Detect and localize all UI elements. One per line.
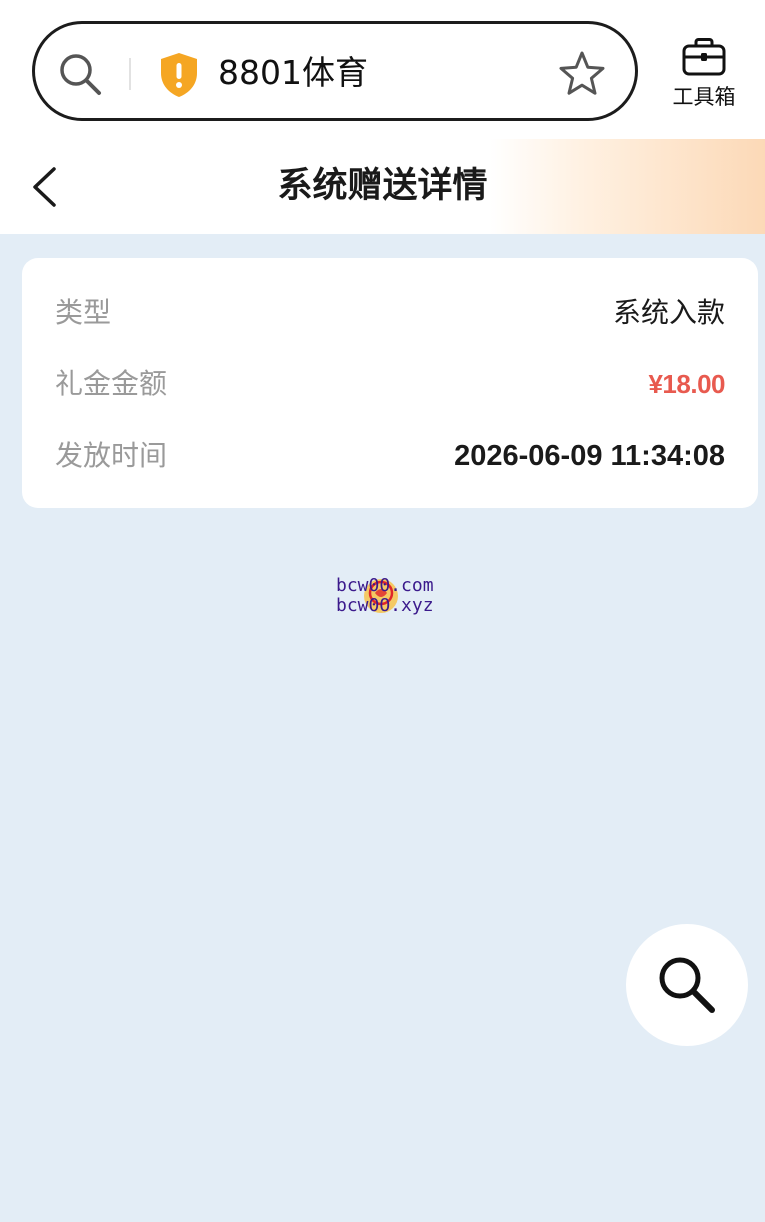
- search-icon[interactable]: [57, 51, 103, 97]
- toolbox-icon: [682, 38, 726, 76]
- page-title: 系统赠送详情: [277, 166, 488, 206]
- type-value: 系统入款: [612, 296, 725, 329]
- watermark-line-2: bcw0O.xyz: [336, 595, 434, 616]
- toolbox-button[interactable]: 工具箱: [660, 36, 748, 112]
- amount-value: ¥18.00: [648, 369, 725, 399]
- watermark: bcw00.com bcw0O.xyz: [336, 576, 456, 620]
- time-value: 2026-06-09 11:34:08: [454, 440, 725, 472]
- floating-search-button[interactable]: [626, 924, 748, 1046]
- detail-row-type: 类型 系统入款: [55, 288, 725, 338]
- watermark-line-1: bcw00.com: [336, 575, 434, 596]
- detail-card: 类型 系统入款 礼金金额 ¥18.00 发放时间 2026-06-09 11:3…: [22, 258, 758, 508]
- detail-row-time: 发放时间 2026-06-09 11:34:08: [55, 431, 725, 481]
- star-icon[interactable]: [557, 49, 607, 99]
- toolbox-label: 工具箱: [672, 85, 736, 109]
- detail-row-amount: 礼金金额 ¥18.00: [55, 359, 725, 409]
- address-bar-divider: [129, 58, 131, 90]
- page-header: 系统赠送详情: [0, 139, 765, 234]
- address-bar[interactable]: 8801体育: [32, 21, 638, 121]
- search-icon: [659, 957, 715, 1013]
- shield-warning-icon[interactable]: [157, 51, 201, 99]
- type-label: 类型: [55, 296, 112, 329]
- browser-toolbar: 8801体育 工具箱: [0, 0, 765, 140]
- amount-label: 礼金金额: [55, 367, 168, 400]
- address-bar-text[interactable]: 8801体育: [218, 53, 368, 93]
- chevron-left-icon[interactable]: [22, 161, 70, 213]
- time-label: 发放时间: [55, 439, 168, 472]
